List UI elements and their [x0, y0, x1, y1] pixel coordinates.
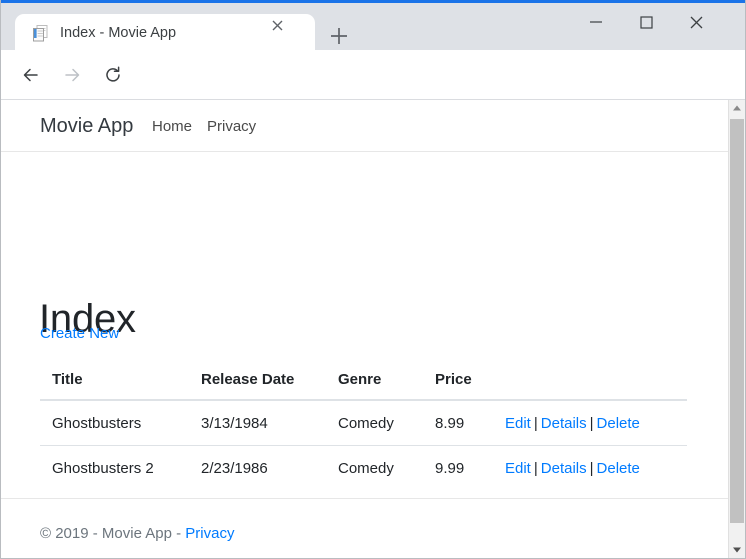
window-maximize-button[interactable]	[623, 6, 669, 38]
cell-genre: Comedy	[338, 415, 394, 432]
table-row: Ghostbusters 3/13/1984 Comedy 8.99 Edit |…	[40, 400, 687, 446]
cell-release-date: 2/23/1986	[201, 445, 338, 490]
scrollbar-thumb[interactable]	[730, 119, 744, 523]
tab-strip: Index - Movie App	[1, 6, 561, 53]
back-arrow-icon[interactable]	[16, 60, 46, 90]
browser-window: Index - Movie App Movie App Home Privacy…	[0, 0, 746, 559]
cell-title: Ghostbusters 2	[40, 445, 201, 490]
create-new-link[interactable]: Create New	[40, 324, 119, 344]
cell-genre: Comedy	[338, 445, 435, 490]
delete-link[interactable]: Delete	[597, 460, 640, 477]
details-link[interactable]: Details	[541, 460, 587, 477]
scrollbar-down-arrow[interactable]	[729, 541, 745, 558]
reload-icon[interactable]	[98, 60, 128, 90]
cell-actions: Edit | Details | Delete	[505, 400, 687, 446]
cell-actions: Edit | Details | Delete	[505, 445, 687, 490]
delete-link[interactable]: Delete	[597, 415, 640, 432]
navbar-link-home[interactable]: Home	[152, 117, 192, 136]
footer-copyright-text: © 2019 - Movie App -	[40, 525, 186, 542]
cell-title: Ghostbusters	[52, 415, 142, 432]
tab-close-icon[interactable]	[266, 14, 289, 37]
action-separator: |	[589, 415, 594, 432]
site-footer: © 2019 - Movie App - Privacy	[1, 498, 729, 558]
tab-title: Index - Movie App	[60, 25, 177, 41]
cell-price: 9.99	[435, 445, 505, 490]
cell-price: 8.99	[435, 415, 465, 432]
web-page: Movie App Home Privacy Index Create New …	[1, 100, 729, 558]
window-close-button[interactable]	[673, 6, 719, 38]
cell-release-date: 3/13/1984	[201, 415, 268, 432]
site-navbar: Movie App Home Privacy	[1, 100, 729, 152]
movies-table-body: Ghostbusters 3/13/1984 Comedy 8.99 Edit |…	[40, 400, 687, 490]
navbar-brand[interactable]: Movie App	[40, 114, 133, 138]
forward-arrow-icon	[57, 60, 87, 90]
action-separator: |	[589, 460, 594, 477]
movies-table-head: Title Release Date Genre Price	[40, 359, 687, 401]
table-row: Ghostbusters 2 2/23/1986 Comedy 9.99 Edi…	[40, 445, 687, 490]
column-header-price: Price	[435, 359, 505, 401]
footer-copyright: © 2019 - Movie App - Privacy	[40, 524, 234, 544]
table-header-row: Title Release Date Genre Price	[40, 359, 687, 401]
document-pages-icon	[31, 24, 50, 43]
page-scrollbar[interactable]	[728, 100, 745, 558]
movies-table: Title Release Date Genre Price Ghostbust…	[40, 359, 687, 490]
browser-title-bar: Index - Movie App	[1, 3, 745, 53]
action-separator: |	[533, 415, 538, 432]
edit-link[interactable]: Edit	[505, 460, 531, 477]
column-header-title: Title	[40, 359, 201, 401]
column-header-release-date: Release Date	[201, 359, 338, 401]
page-viewport: Movie App Home Privacy Index Create New …	[1, 100, 745, 558]
details-link[interactable]: Details	[541, 415, 587, 432]
column-header-genre: Genre	[338, 359, 435, 401]
scrollbar-up-arrow[interactable]	[729, 100, 745, 117]
browser-toolbar: https://localhost:5001/Movies?searchStri…	[1, 50, 745, 141]
new-tab-button[interactable]	[327, 24, 351, 48]
column-header-actions	[505, 359, 687, 401]
window-minimize-button[interactable]	[573, 6, 619, 38]
edit-link[interactable]: Edit	[505, 415, 531, 432]
footer-privacy-link[interactable]: Privacy	[185, 525, 234, 542]
action-separator: |	[533, 460, 538, 477]
navbar-link-privacy[interactable]: Privacy	[207, 117, 256, 136]
